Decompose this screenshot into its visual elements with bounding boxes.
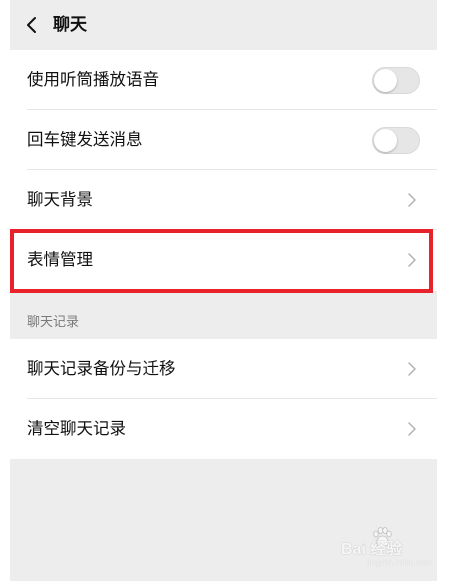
toggle-knob <box>374 69 397 92</box>
enter-to-send-toggle[interactable] <box>372 127 420 154</box>
chat-settings-screen: 聊天 使用听筒播放语音 回车键发送消息 聊天背景 表情管理 聊天记录 聊天记录备… <box>10 0 437 581</box>
chat-history-group: 聊天记录备份与迁移 清空聊天记录 <box>10 339 437 459</box>
toggle-knob <box>374 129 397 152</box>
use-earpiece-label: 使用听筒播放语音 <box>27 70 159 89</box>
backup-migrate-row[interactable]: 聊天记录备份与迁移 <box>10 339 437 399</box>
clear-history-row[interactable]: 清空聊天记录 <box>10 399 437 459</box>
backup-migrate-label: 聊天记录备份与迁移 <box>27 359 176 378</box>
section-label: 聊天记录 <box>27 315 80 330</box>
chat-history-section-header: 聊天记录 <box>10 291 437 339</box>
enter-to-send-label: 回车键发送消息 <box>27 130 143 149</box>
chevron-right-icon <box>408 362 416 376</box>
watermark-url: jingyan.baidu.com <box>367 558 432 567</box>
use-earpiece-toggle[interactable] <box>372 67 420 94</box>
use-earpiece-row[interactable]: 使用听筒播放语音 <box>10 50 437 110</box>
highlight-annotation-box <box>10 229 433 293</box>
watermark-text: Bai 经验 <box>341 541 403 558</box>
clear-history-label: 清空聊天记录 <box>27 419 126 438</box>
header-bar: 聊天 <box>10 0 437 50</box>
baidu-jingyan-watermark: Bai 经验 jingyan.baidu.com <box>341 523 436 568</box>
enter-to-send-row[interactable]: 回车键发送消息 <box>10 110 437 170</box>
chat-background-label: 聊天背景 <box>27 190 93 209</box>
chevron-right-icon <box>408 422 416 436</box>
page-title: 聊天 <box>53 15 87 35</box>
chevron-right-icon <box>408 193 416 207</box>
chat-background-row[interactable]: 聊天背景 <box>10 170 437 230</box>
chevron-left-icon[interactable] <box>25 16 39 34</box>
